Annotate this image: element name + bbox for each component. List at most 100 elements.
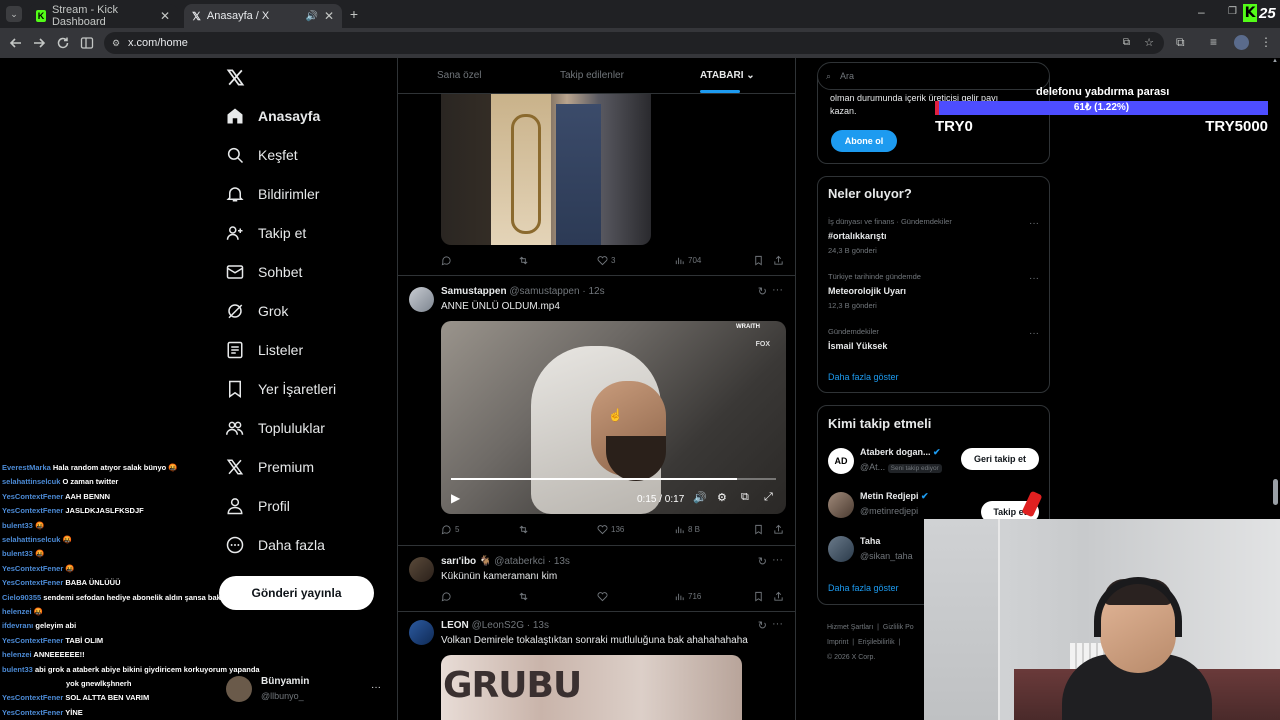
minimize-icon[interactable]: – (1198, 5, 1205, 19)
chat-username[interactable]: YesContextFener (2, 506, 63, 515)
post-more-icon[interactable]: ··· (772, 618, 783, 630)
follow-suggestion[interactable]: AD Ataberk dogan... ✔ @At... Seni takip … (818, 444, 1049, 478)
volume-icon[interactable]: 🔊 (693, 491, 707, 504)
author-handle[interactable]: @samustappen (509, 286, 579, 297)
site-info-icon[interactable]: ⚙ (112, 32, 120, 54)
chat-username[interactable]: EverestMarka (2, 463, 51, 472)
nav-follow[interactable]: Takip et (226, 224, 306, 242)
video-progress-track[interactable] (451, 478, 776, 480)
scroll-up-icon[interactable]: ▲ (1272, 58, 1278, 64)
chat-username[interactable]: YesContextFener (2, 708, 63, 717)
nav-more[interactable]: Daha fazla (226, 536, 325, 554)
play-icon[interactable]: ▶ (451, 491, 460, 505)
avatar[interactable] (409, 620, 434, 645)
forward-icon[interactable] (31, 35, 47, 51)
tab-kick-dashboard[interactable]: K Stream - Kick Dashboard ✕ (28, 4, 178, 28)
footer-link[interactable]: Imprint (827, 639, 848, 646)
reply-button[interactable]: 5 (441, 524, 459, 535)
avatar[interactable] (409, 557, 434, 582)
post-3[interactable]: sarı'ibo 🐐 @ataberkci · 13s ↻ ··· Kükünü… (398, 546, 795, 612)
share-button[interactable] (773, 591, 784, 602)
audio-icon[interactable]: 🔊 (305, 11, 317, 22)
settings-icon[interactable]: ⚙ (717, 491, 727, 504)
reply-button[interactable] (441, 591, 455, 602)
post-image[interactable]: GRUBU (441, 655, 742, 720)
like-button[interactable]: 136 (597, 524, 624, 535)
follow-suggestion[interactable]: Metin Redjepi ✔ @metinredjepi Takip et (818, 488, 1049, 523)
grok-explain-icon[interactable]: ↻ (758, 555, 767, 568)
scrollbar-thumb[interactable] (1273, 479, 1278, 505)
post-time[interactable]: 13s (554, 556, 570, 567)
post-1[interactable]: 3 704 (398, 94, 795, 276)
tab-x-home[interactable]: 𝕏 Anasayfa / X 🔊 ✕ (184, 4, 342, 28)
chat-username[interactable]: helenzei (2, 650, 32, 659)
share-button[interactable] (773, 255, 784, 266)
views-stat[interactable]: 704 (674, 255, 701, 266)
split-view-icon[interactable] (79, 35, 95, 51)
chat-username[interactable]: YesContextFener (2, 636, 63, 645)
chat-username[interactable]: bulent33 (2, 665, 33, 674)
nav-explore[interactable]: Keşfet (226, 146, 298, 164)
avatar[interactable] (828, 492, 854, 518)
bookmark-button[interactable] (753, 524, 764, 535)
trend-more-icon[interactable]: ··· (1029, 273, 1039, 284)
post-image[interactable] (441, 94, 651, 245)
chat-username[interactable]: ifdevranı (2, 621, 33, 630)
bookmark-button[interactable] (753, 255, 764, 266)
author-name[interactable]: Samustappen (441, 286, 507, 297)
nav-home[interactable]: Anasayfa (226, 107, 320, 125)
bookmark-button[interactable] (753, 591, 764, 602)
author-name[interactable]: LEON (441, 620, 469, 631)
chat-username[interactable]: YesContextFener (2, 693, 63, 702)
views-stat[interactable]: 8 B (674, 524, 700, 535)
address-bar[interactable]: ⚙ x.com/home ⧉ ☆ (104, 32, 1164, 54)
chat-username[interactable]: bulent33 (2, 521, 33, 530)
nav-bookmarks[interactable]: Yer İşaretleri (226, 380, 336, 398)
chat-username[interactable]: YesContextFener (2, 492, 63, 501)
post-time[interactable]: 13s (533, 620, 549, 631)
pip-icon[interactable]: ⧉ (741, 491, 749, 504)
like-button[interactable]: 3 (597, 255, 615, 266)
profile-avatar[interactable] (1234, 35, 1249, 50)
who-to-follow-show-more[interactable]: Daha fazla göster (828, 583, 899, 593)
restore-icon[interactable]: ❐ (1228, 6, 1237, 17)
new-tab-button[interactable]: + (346, 6, 362, 22)
trends-show-more[interactable]: Daha fazla göster (828, 372, 899, 382)
fullscreen-icon[interactable]: ⤢ (764, 491, 773, 504)
footer-link[interactable]: Erişilebilirlik (858, 639, 895, 646)
browser-menu-icon[interactable]: ⋮ (1260, 35, 1276, 51)
trend-item[interactable]: Gündemdekiler İsmail Yüksek ··· (818, 324, 1049, 360)
like-button[interactable] (597, 591, 611, 602)
chat-username[interactable]: YesContextFener (2, 564, 63, 573)
avatar[interactable] (409, 287, 434, 312)
post-2[interactable]: Samustappen @samustappen · 12s ↻ ··· ANN… (398, 276, 795, 546)
post-4[interactable]: LEON @LeonS2G · 13s ↻ ··· Volkan Demirel… (398, 612, 795, 720)
x-logo-icon[interactable] (226, 68, 245, 87)
chat-username[interactable]: selahattinselcuk (2, 477, 60, 486)
nav-notifications[interactable]: Bildirimler (226, 185, 319, 203)
follow-back-button[interactable]: Geri takip et (961, 448, 1039, 470)
avatar[interactable] (828, 536, 854, 562)
views-stat[interactable]: 716 (674, 591, 701, 602)
trend-item[interactable]: Türkiye tarihinde gündemde Meteorolojik … (818, 269, 1049, 319)
grok-explain-icon[interactable]: ↻ (758, 619, 767, 632)
author-handle[interactable]: @ataberkci (494, 556, 545, 567)
tab-atabari[interactable]: ATABARI ⌄ (700, 70, 755, 81)
subscribe-button[interactable]: Abone ol (831, 130, 897, 152)
nav-messages[interactable]: Sohbet (226, 263, 302, 281)
repost-button[interactable] (518, 591, 532, 602)
author-handle[interactable]: @LeonS2G (472, 620, 524, 631)
nav-communities[interactable]: Topluluklar (226, 419, 325, 437)
tab-list-menu-icon[interactable]: ⌄ (6, 6, 22, 22)
back-icon[interactable] (8, 35, 24, 51)
install-app-icon[interactable]: ⧉ (1123, 32, 1130, 54)
account-more-icon[interactable]: ··· (371, 682, 381, 693)
account-switcher[interactable]: Bünyamin @llbunyo_ ··· (226, 672, 386, 706)
footer-link[interactable]: Gizlilik Po (883, 624, 914, 631)
tab-following[interactable]: Takip edilenler (560, 70, 624, 81)
tab-close-icon[interactable]: ✕ (324, 9, 334, 23)
chat-username[interactable]: selahattinselcuk (2, 535, 60, 544)
trend-more-icon[interactable]: ··· (1029, 218, 1039, 229)
reload-icon[interactable] (55, 35, 71, 51)
post-more-icon[interactable]: ··· (772, 554, 783, 566)
